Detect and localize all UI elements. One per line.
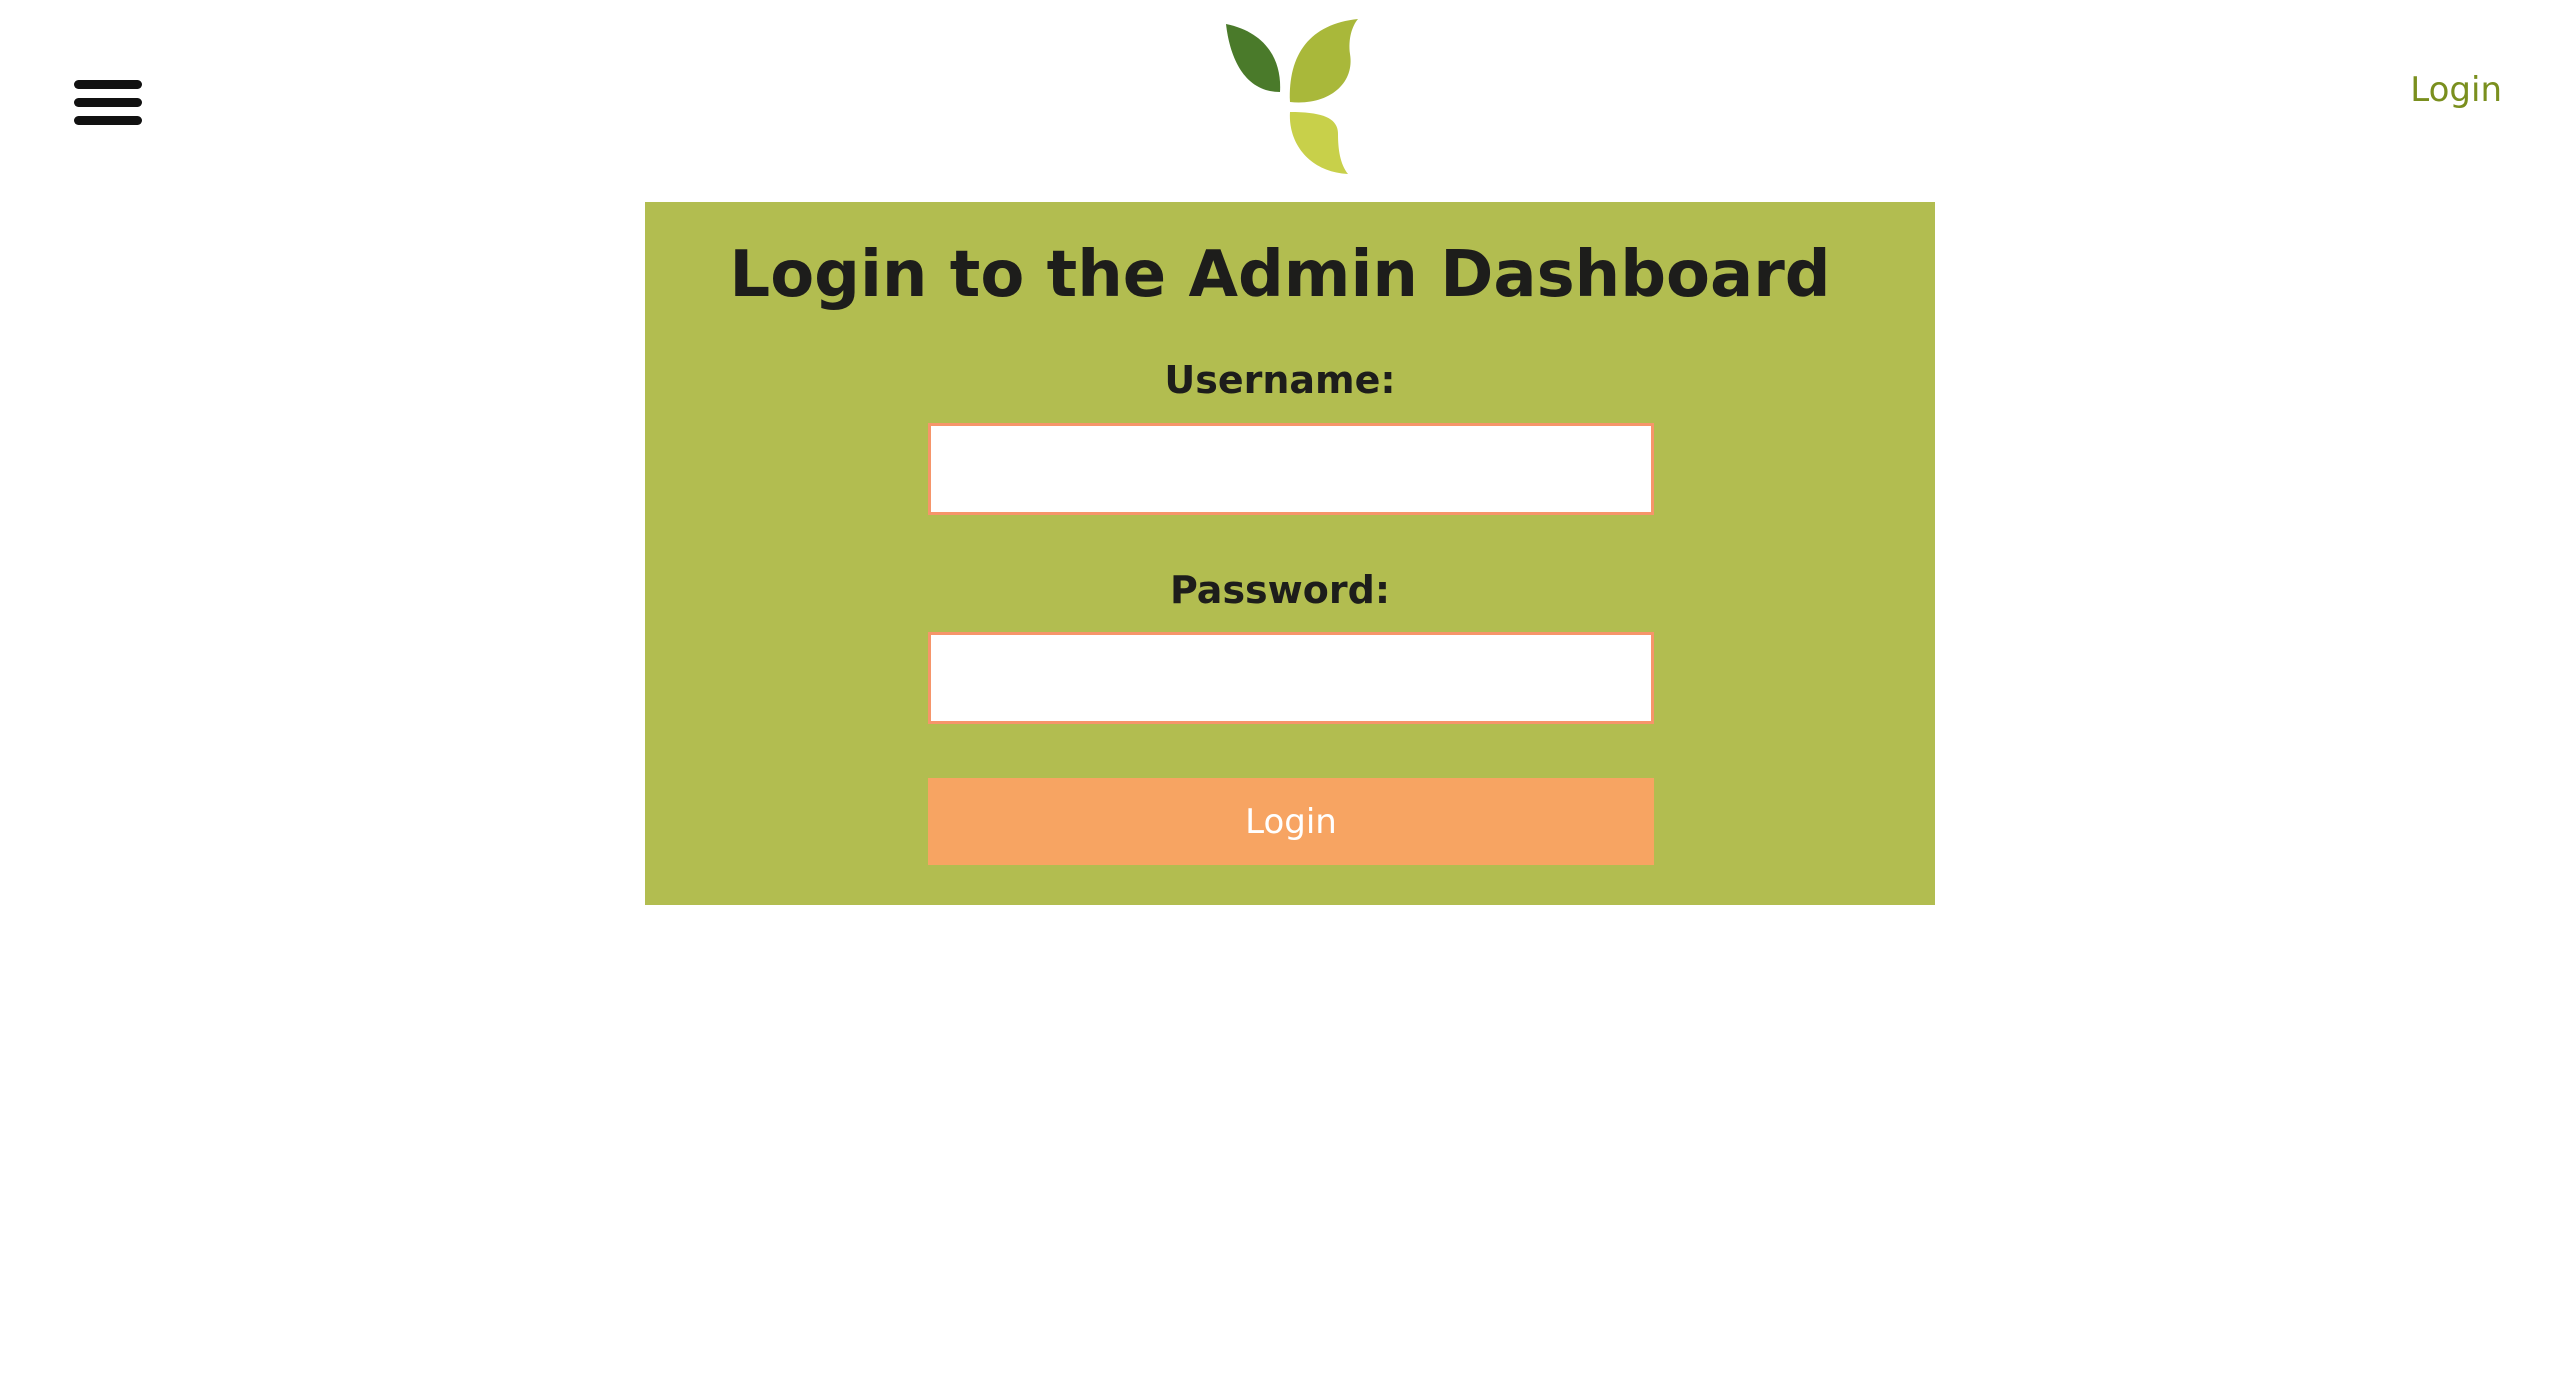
menu-bar — [74, 116, 142, 125]
logo-mid-leaf — [1289, 19, 1358, 103]
password-label: Password: — [1169, 568, 1391, 612]
site-header: Login — [0, 0, 2560, 200]
username-input[interactable] — [928, 423, 1654, 515]
logo-light-leaf — [1289, 112, 1348, 174]
menu-bar — [74, 80, 142, 89]
nav-login-link[interactable]: Login — [2410, 70, 2502, 110]
leaf-logo-icon — [1226, 19, 1358, 174]
menu-bar — [74, 98, 142, 107]
logo-dark-leaf — [1226, 24, 1281, 92]
page-title: Login to the Admin Dashboard — [729, 238, 1831, 312]
password-input[interactable] — [928, 632, 1654, 724]
login-submit-button[interactable]: Login — [928, 778, 1654, 865]
username-label: Username: — [1164, 358, 1396, 402]
hamburger-menu-icon[interactable] — [74, 80, 142, 126]
